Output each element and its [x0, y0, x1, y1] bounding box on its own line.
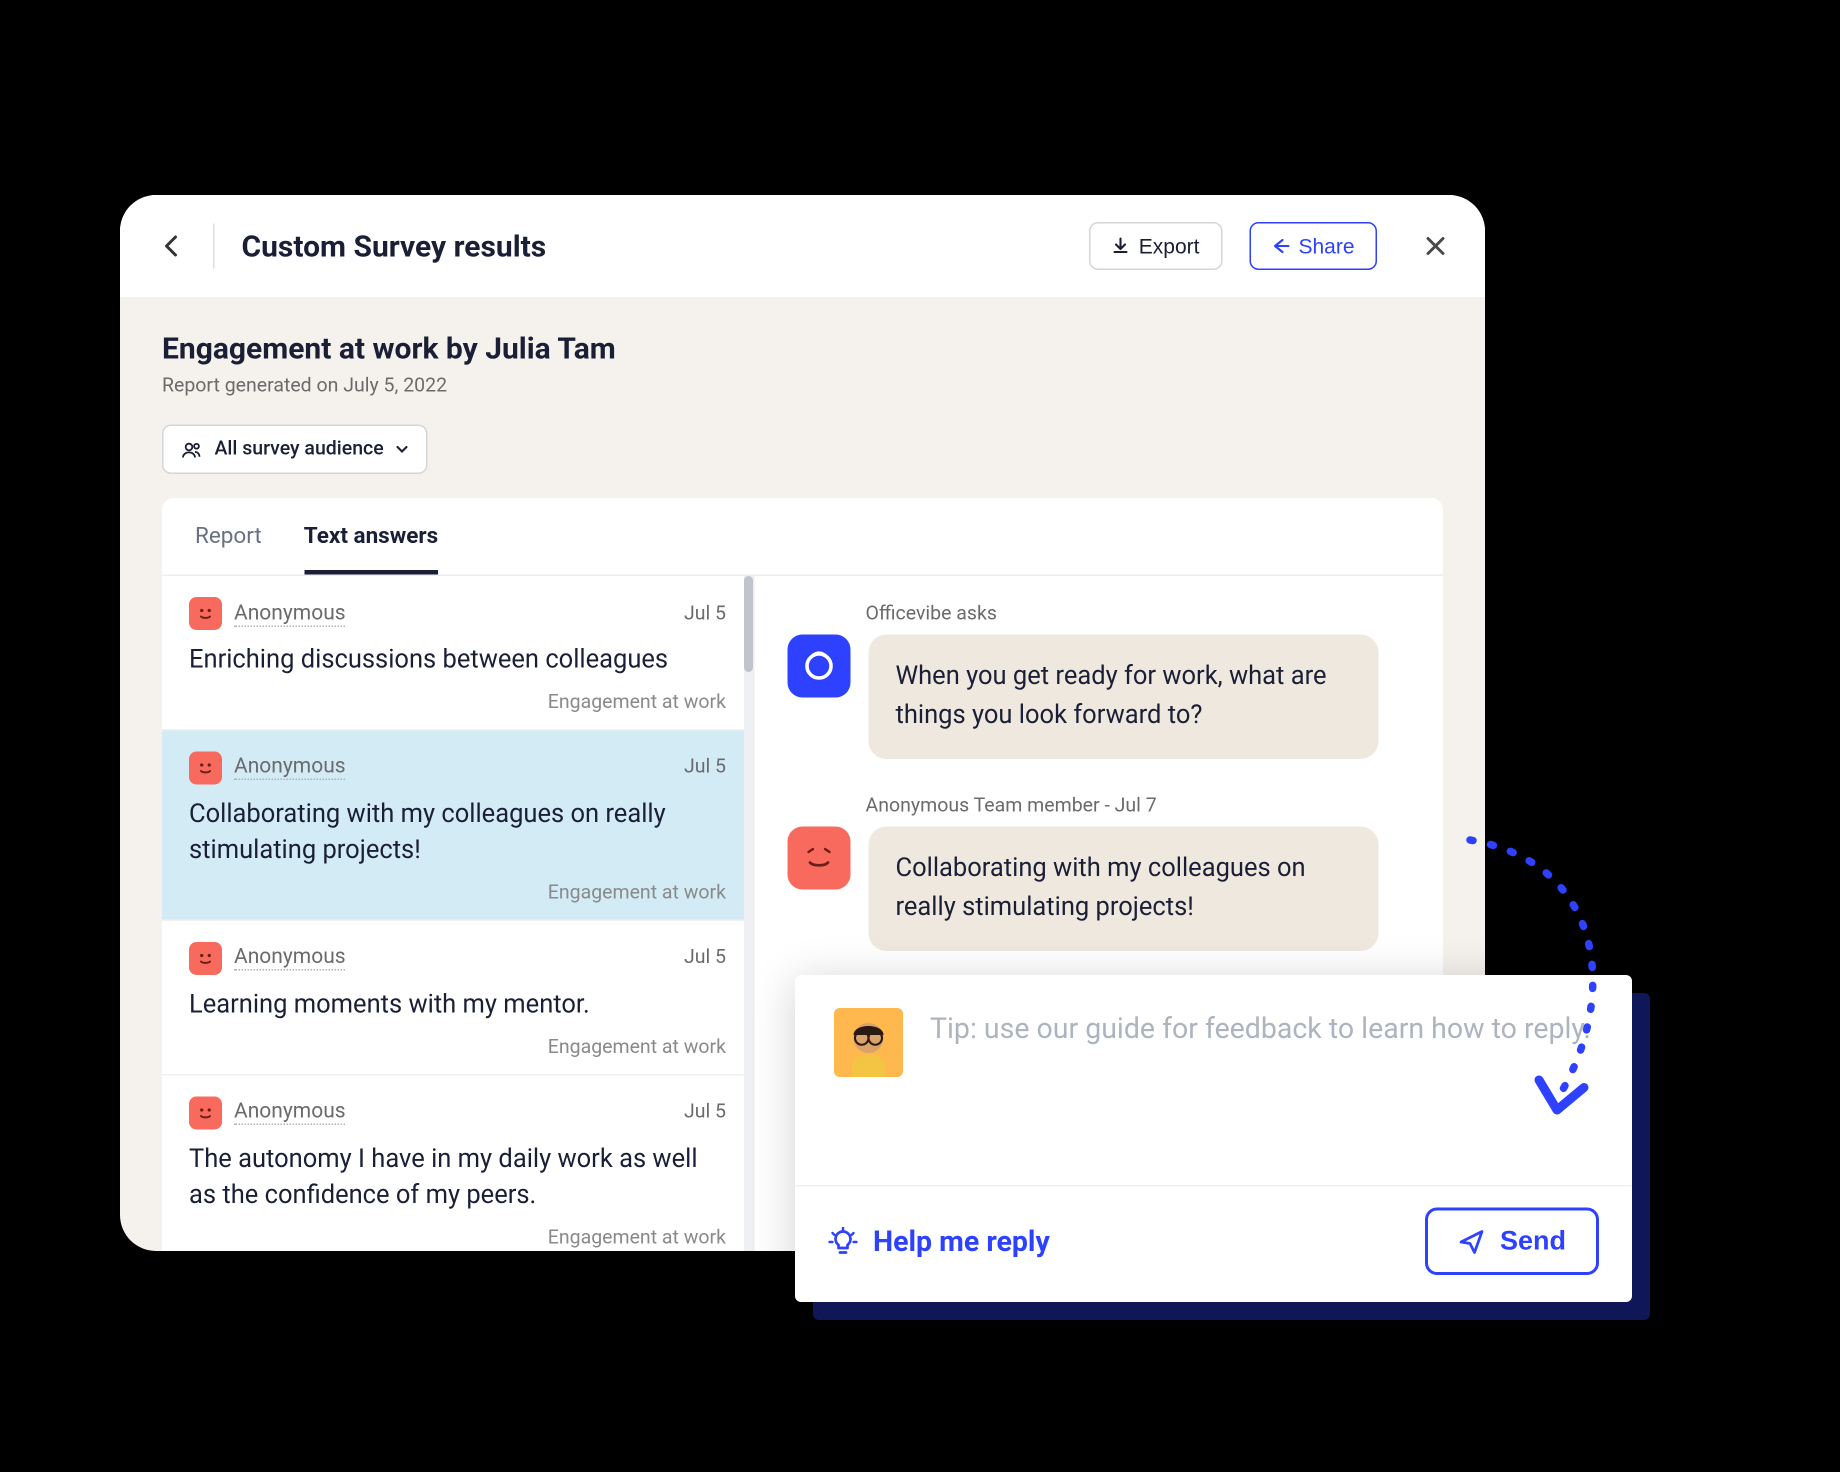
caret-down-icon: [396, 445, 408, 454]
answer-text: Learning moments with my mentor.: [189, 987, 726, 1024]
answer-author: Anonymous: [234, 601, 346, 627]
answer-item[interactable]: Anonymous Jul 5 Enriching discussions be…: [162, 576, 753, 730]
chevron-left-icon: [164, 234, 179, 258]
prompt-text: When you get ready for work, what are th…: [869, 635, 1379, 760]
officevibe-avatar-icon: [788, 635, 851, 698]
reply-placeholder: Tip: use our guide for feedback to learn…: [930, 1008, 1591, 1152]
share-button[interactable]: Share: [1249, 222, 1377, 270]
tabs: Report Text answers: [162, 498, 1443, 576]
audience-dropdown[interactable]: All survey audience: [162, 425, 427, 475]
answer-item[interactable]: Anonymous Jul 5 Collaborating with my co…: [162, 730, 753, 921]
export-label: Export: [1139, 234, 1200, 258]
answer-list[interactable]: Anonymous Jul 5 Enriching discussions be…: [162, 576, 755, 1251]
send-icon: [1458, 1228, 1485, 1255]
answer-bubble-text: Collaborating with my colleagues on real…: [869, 827, 1379, 952]
subheader: Engagement at work by Julia Tam Report g…: [120, 297, 1485, 498]
anon-avatar-icon: [189, 942, 222, 975]
answer-text: Collaborating with my colleagues on real…: [189, 796, 726, 870]
answer-tag: Engagement at work: [189, 691, 726, 714]
prompt-message: When you get ready for work, what are th…: [788, 635, 1411, 760]
help-me-reply-button[interactable]: Help me reply: [828, 1224, 1050, 1259]
answer-date: Jul 5: [684, 1101, 726, 1124]
divider: [213, 224, 215, 269]
reply-footer: Help me reply Send: [795, 1185, 1632, 1302]
answer-text: The autonomy I have in my daily work as …: [189, 1141, 726, 1215]
close-icon: [1425, 236, 1446, 257]
tab-report[interactable]: Report: [195, 498, 262, 575]
anon-avatar-icon: [189, 597, 222, 630]
audience-label: All survey audience: [215, 438, 384, 461]
anon-avatar-icon: [189, 751, 222, 784]
answer-tag: Engagement at work: [189, 1227, 726, 1250]
share-label: Share: [1298, 234, 1354, 258]
answer-date: Jul 5: [684, 756, 726, 779]
scrollbar-thumb[interactable]: [744, 576, 753, 672]
download-icon: [1112, 237, 1130, 255]
generated-date: Report generated on July 5, 2022: [162, 375, 1443, 398]
export-button[interactable]: Export: [1089, 222, 1222, 270]
answer-tag: Engagement at work: [189, 882, 726, 905]
answer-author: Anonymous: [234, 946, 346, 972]
answer-item[interactable]: Anonymous Jul 5 Learning moments with my…: [162, 921, 753, 1075]
lightbulb-icon: [828, 1226, 858, 1256]
answer-author: Anonymous: [234, 755, 346, 781]
page-title: Custom Survey results: [242, 228, 1063, 264]
answer-author: Anonymous: [234, 1100, 346, 1126]
reply-card: Tip: use our guide for feedback to learn…: [795, 975, 1632, 1302]
share-icon: [1271, 237, 1289, 255]
user-avatar: [834, 1008, 903, 1077]
help-reply-label: Help me reply: [873, 1224, 1050, 1259]
send-button[interactable]: Send: [1425, 1208, 1599, 1276]
answer-message: Collaborating with my colleagues on real…: [788, 827, 1411, 952]
answer-date: Jul 5: [684, 947, 726, 970]
anon-avatar-icon: [189, 1096, 222, 1129]
back-button[interactable]: [156, 231, 186, 261]
send-label: Send: [1500, 1226, 1566, 1258]
answer-label: Anonymous Team member - Jul 7: [866, 795, 1411, 818]
people-icon: [182, 440, 203, 458]
scrollbar-track[interactable]: [744, 576, 753, 1251]
answer-item[interactable]: Anonymous Jul 5 The autonomy I have in m…: [162, 1075, 753, 1251]
answer-tag: Engagement at work: [189, 1036, 726, 1059]
survey-title: Engagement at work by Julia Tam: [162, 330, 1443, 366]
window-header: Custom Survey results Export Share: [120, 195, 1485, 297]
answer-text: Enriching discussions between colleagues: [189, 642, 726, 679]
close-button[interactable]: [1422, 233, 1449, 260]
reply-input-area[interactable]: Tip: use our guide for feedback to learn…: [795, 975, 1632, 1185]
answer-date: Jul 5: [684, 602, 726, 625]
prompt-label: Officevibe asks: [866, 603, 1411, 626]
anon-avatar-icon: [788, 827, 851, 890]
tab-text-answers[interactable]: Text answers: [304, 498, 438, 575]
